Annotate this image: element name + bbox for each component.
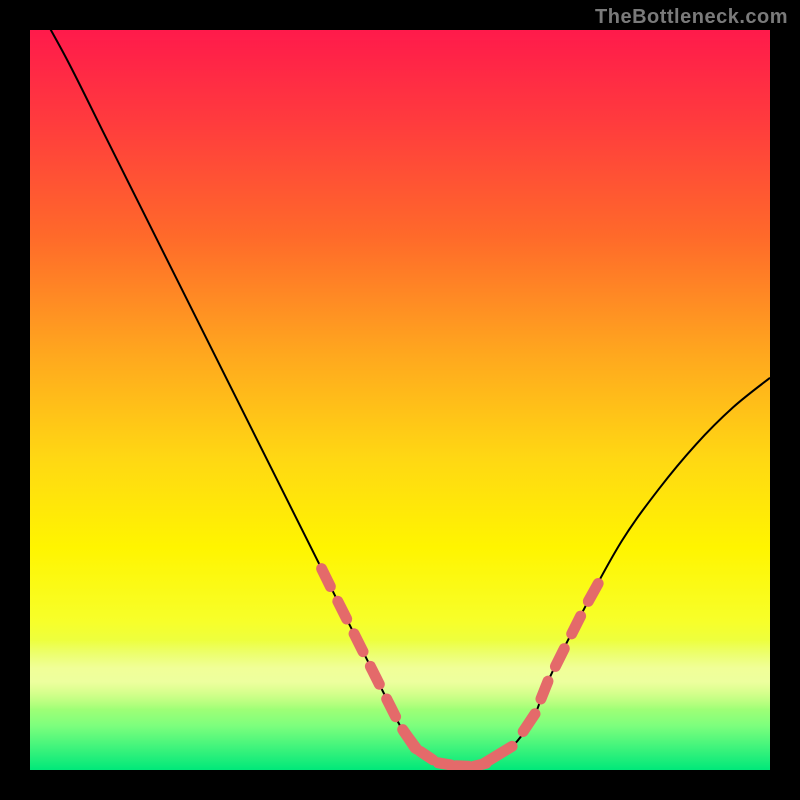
dash-left-2 xyxy=(354,634,363,652)
dash-right-1 xyxy=(523,714,535,732)
dash-left-1 xyxy=(338,601,347,619)
dash-right-3 xyxy=(555,649,564,667)
dash-right-2 xyxy=(541,681,548,699)
dash-left-3 xyxy=(370,666,379,684)
dash-floor-2 xyxy=(438,763,450,765)
bottleneck-curve xyxy=(30,30,770,767)
dash-right-5 xyxy=(588,584,598,602)
chart-frame: TheBottleneck.com xyxy=(0,0,800,800)
dash-floor-3 xyxy=(456,766,469,767)
curve-svg xyxy=(30,30,770,770)
dash-floor-0 xyxy=(403,730,415,748)
dash-right-4 xyxy=(572,616,581,634)
dash-floor-4 xyxy=(474,763,486,766)
plot-area xyxy=(30,30,770,770)
watermark-text: TheBottleneck.com xyxy=(595,6,788,29)
dash-floor-1 xyxy=(420,752,433,760)
dash-left-0 xyxy=(322,569,331,587)
dash-overlay-group xyxy=(322,569,599,767)
dash-left-4 xyxy=(387,699,396,717)
